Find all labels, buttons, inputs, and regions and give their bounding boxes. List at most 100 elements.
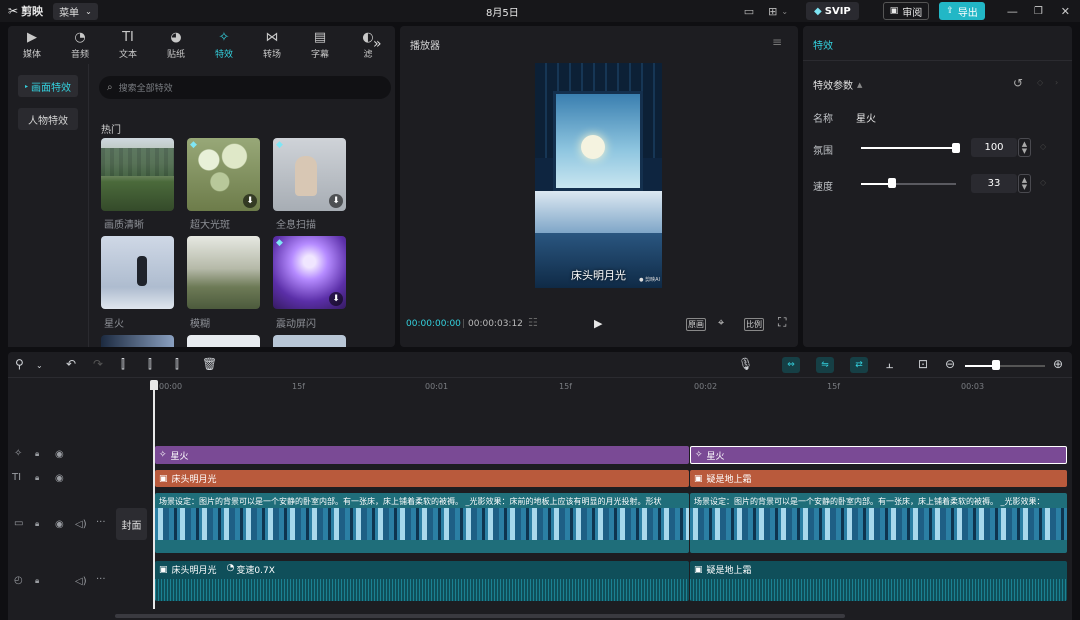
export-button[interactable]: ⇪ 导出 bbox=[939, 2, 985, 20]
tab-filter[interactable]: ◐ 滤 bbox=[344, 26, 392, 64]
delete-icon[interactable]: 🗑 bbox=[202, 357, 217, 371]
maximize-icon[interactable]: ❐ bbox=[1034, 6, 1043, 17]
lock-icon[interactable]: 🔒︎ bbox=[35, 449, 39, 459]
aspect-ratio-button[interactable]: 比例 bbox=[744, 318, 764, 331]
layout-icon[interactable]: ▭ bbox=[744, 5, 754, 18]
download-icon[interactable]: ⬇ bbox=[243, 194, 257, 208]
minimize-icon[interactable]: — bbox=[1007, 5, 1018, 18]
video-clip[interactable]: 场景设定：图片的背景可以是一个安静的卧室内部。有一张床，床上铺着柔软的被褥。 _… bbox=[690, 493, 1067, 553]
original-quality-button[interactable]: 原画 bbox=[686, 318, 706, 331]
layout-grid-icon[interactable]: ⊞ bbox=[768, 5, 777, 18]
effect-thumb-partial bbox=[273, 335, 346, 347]
text-clip[interactable]: ▣ 床头明月光 bbox=[155, 470, 689, 487]
tab-transition[interactable]: ⋈ 转场 bbox=[248, 26, 296, 64]
chevron-down-icon[interactable]: ⌄ bbox=[781, 7, 788, 16]
eye-icon[interactable]: ◉ bbox=[55, 519, 64, 530]
clip-label: 场景设定：图片的背景可以是一个安静的卧室内部。有一张床，床上铺着柔软的被褥。 _… bbox=[159, 497, 662, 506]
play-button[interactable]: ▶ bbox=[594, 317, 602, 330]
more-icon[interactable]: ··· bbox=[96, 574, 106, 585]
download-icon[interactable]: ⬇ bbox=[329, 292, 343, 306]
mute-icon[interactable]: ◁) bbox=[75, 576, 87, 587]
current-time: 00:00:00:00 bbox=[406, 319, 461, 329]
sidebar-item-person-effects[interactable]: 人物特效 bbox=[18, 108, 78, 130]
speed-stepper[interactable]: ▲ ▼ bbox=[1018, 174, 1031, 193]
lock-icon[interactable]: 🔒︎ bbox=[35, 519, 39, 529]
effect-thumb-holo[interactable]: ◆ ⬇ bbox=[273, 138, 346, 211]
lock-icon[interactable]: 🔒︎ bbox=[35, 576, 39, 586]
mute-icon[interactable]: ◁) bbox=[75, 519, 87, 530]
effects-search-input[interactable]: ⌕ 搜索全部特效 bbox=[99, 76, 391, 99]
effect-clip-selected[interactable]: ✧ 星火 bbox=[690, 446, 1067, 464]
atmosphere-stepper[interactable]: ▲ ▼ bbox=[1018, 138, 1031, 157]
atmosphere-input[interactable]: 100 bbox=[971, 138, 1017, 157]
text-clip-icon: ▣ bbox=[159, 473, 168, 484]
effect-thumb-shake[interactable]: ◆ ⬇ bbox=[273, 236, 346, 309]
audio-clip[interactable]: ▣ 床头明月光 ◔ 变速0.7X bbox=[155, 561, 689, 601]
effect-thumb-bokeh[interactable]: ◆ ⬇ bbox=[187, 138, 260, 211]
close-icon[interactable]: ✕ bbox=[1061, 5, 1070, 18]
playhead-handle[interactable] bbox=[150, 380, 158, 390]
zoom-slider-knob[interactable] bbox=[992, 360, 1000, 370]
split-left-icon[interactable]: ⫿ bbox=[148, 357, 152, 372]
ruler-label: 15f bbox=[292, 382, 305, 391]
fit-timeline-icon[interactable]: ⊡ bbox=[918, 357, 928, 371]
effect-thumb-hd[interactable] bbox=[101, 138, 174, 211]
collapse-icon[interactable]: ▲ bbox=[857, 81, 862, 89]
zoom-in-icon[interactable]: ⊕ bbox=[1053, 357, 1063, 371]
split-icon[interactable]: ⫿ bbox=[121, 357, 125, 372]
speed-input[interactable]: 33 bbox=[971, 174, 1017, 193]
audio-clip[interactable]: ▣ 疑是地上霜 bbox=[690, 561, 1067, 601]
timecode-grid-icon[interactable]: ☷ bbox=[528, 316, 538, 329]
tab-sparkle[interactable]: ✧ 特效 bbox=[200, 26, 248, 64]
eye-icon[interactable]: ◉ bbox=[55, 473, 64, 484]
auto-snap-toggle[interactable]: ⇔ bbox=[782, 357, 800, 373]
effect-thumb-spark[interactable] bbox=[101, 236, 174, 309]
svip-button[interactable]: ◆ SVIP bbox=[806, 2, 859, 20]
video-clip[interactable]: 场景设定：图片的背景可以是一个安静的卧室内部。有一张床，床上铺着柔软的被褥。 _… bbox=[155, 493, 689, 553]
tab-text[interactable]: TI 文本 bbox=[104, 26, 152, 64]
effect-thumb-blur[interactable] bbox=[187, 236, 260, 309]
more-tabs-icon[interactable]: » bbox=[373, 36, 382, 52]
menu-button[interactable]: 菜单 ⌄ bbox=[53, 2, 98, 20]
playhead[interactable] bbox=[153, 381, 155, 609]
export-icon: ⇪ bbox=[946, 6, 954, 16]
reset-icon[interactable]: ↺ bbox=[1013, 76, 1023, 90]
sidebar-item-label: 画面特效 bbox=[31, 82, 71, 94]
effect-clip[interactable]: ✧ 星火 bbox=[155, 446, 689, 464]
text-clip[interactable]: ▣ 疑是地上霜 bbox=[690, 470, 1067, 487]
undo-icon[interactable]: ↶ bbox=[66, 357, 76, 371]
zoom-out-icon[interactable]: ⊖ bbox=[945, 357, 955, 371]
chevron-down-icon[interactable]: ⌄ bbox=[36, 361, 43, 370]
select-tool-icon[interactable]: ⚲ bbox=[15, 357, 24, 371]
sidebar-item-screen-effects[interactable]: ▸ 画面特效 bbox=[18, 75, 78, 97]
timeline-scrollbar[interactable] bbox=[115, 614, 845, 618]
tab-play[interactable]: ▶ 媒体 bbox=[8, 26, 56, 64]
split-right-icon[interactable]: ⫿ bbox=[175, 357, 179, 372]
text-track-icon: TI bbox=[12, 472, 22, 483]
preview-axis-toggle[interactable]: ⇄ bbox=[850, 357, 868, 373]
fullscreen-icon[interactable]: ⛶ bbox=[778, 315, 786, 330]
effect-label: 星火 bbox=[104, 319, 124, 330]
eye-icon[interactable]: ◉ bbox=[55, 449, 64, 460]
tab-subtitle[interactable]: ▤ 字幕 bbox=[296, 26, 344, 64]
tab-sticker[interactable]: ◕ 贴纸 bbox=[152, 26, 200, 64]
more-icon[interactable]: ··· bbox=[96, 517, 106, 528]
player-menu-icon[interactable]: ≡ bbox=[772, 35, 782, 49]
effect-thumb-partial bbox=[187, 335, 260, 347]
ruler-label: 00:00 bbox=[159, 382, 183, 391]
review-button[interactable]: ▣ 审阅 bbox=[882, 2, 930, 20]
speed-slider-knob[interactable] bbox=[888, 178, 897, 188]
lock-icon[interactable]: 🔒︎ bbox=[35, 473, 39, 483]
download-icon[interactable]: ⬇ bbox=[329, 194, 343, 208]
search-icon: ⌕ bbox=[107, 82, 113, 93]
tab-audio[interactable]: ◔ 音频 bbox=[56, 26, 104, 64]
clip-label: 床头明月光 bbox=[171, 566, 217, 576]
microphone-icon[interactable]: 🎙 bbox=[738, 357, 753, 371]
atmosphere-slider-knob[interactable] bbox=[952, 143, 960, 153]
screenshot-icon[interactable]: ⌖ bbox=[718, 316, 724, 330]
linkage-toggle[interactable]: ⇋ bbox=[816, 357, 834, 373]
cover-button[interactable]: 封面 bbox=[116, 508, 147, 540]
inspector-tab-effects[interactable]: 特效 bbox=[813, 37, 833, 52]
speed-label: 速度 bbox=[813, 182, 833, 193]
split-view-icon[interactable]: ⫠ bbox=[886, 357, 893, 372]
